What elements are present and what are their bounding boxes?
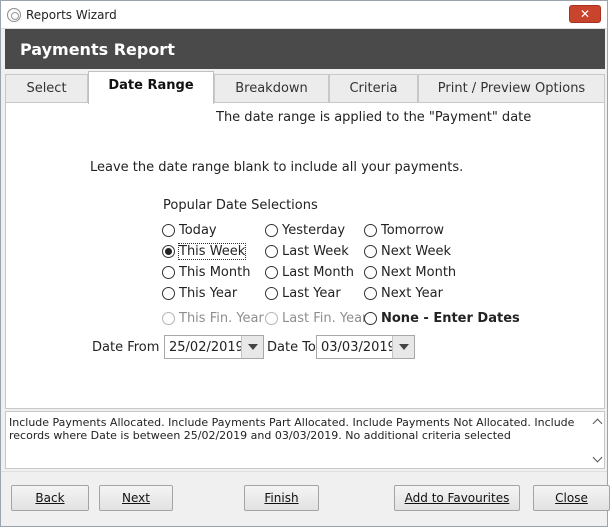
date-range-applied-note: The date range is applied to the "Paymen… xyxy=(216,110,532,125)
radio-last-month[interactable]: Last Month xyxy=(265,263,354,281)
radio-this-fin-year: This Fin. Year xyxy=(162,309,264,327)
radio-circle-selected xyxy=(162,244,175,258)
radio-this-year[interactable]: This Year xyxy=(162,284,237,302)
tab-select[interactable]: Select xyxy=(5,74,88,103)
radio-circle xyxy=(364,265,377,279)
close-button[interactable]: Close xyxy=(533,485,610,511)
radio-circle-disabled xyxy=(265,311,278,325)
reports-wizard-window: Reports Wizard ✕ Payments Report Select … xyxy=(0,0,610,527)
radio-circle xyxy=(364,311,377,325)
scroll-up-icon[interactable] xyxy=(592,416,604,428)
radio-next-week[interactable]: Next Week xyxy=(364,242,451,260)
radio-circle xyxy=(265,286,278,300)
radio-circle xyxy=(364,223,377,237)
criteria-summary-text: Include Payments Allocated. Include Paym… xyxy=(9,416,575,442)
popular-date-selections-heading: Popular Date Selections xyxy=(163,198,318,213)
date-from-value: 25/02/2019 xyxy=(169,340,244,355)
blank-range-note: Leave the date range blank to include al… xyxy=(90,160,464,175)
radio-circle xyxy=(364,244,377,258)
radio-last-fin-year: Last Fin. Year xyxy=(265,309,367,327)
radio-circle xyxy=(162,286,175,300)
tab-strip: Select Date Range Breakdown Criteria Pri… xyxy=(5,71,605,104)
chevron-down-icon[interactable] xyxy=(241,336,263,358)
tab-date-range[interactable]: Date Range xyxy=(88,71,214,104)
radio-tomorrow[interactable]: Tomorrow xyxy=(364,221,444,239)
finish-button[interactable]: Finish xyxy=(244,485,319,511)
date-range-panel: The date range is applied to the "Paymen… xyxy=(5,102,605,409)
tab-criteria[interactable]: Criteria xyxy=(329,74,418,103)
tab-breakdown[interactable]: Breakdown xyxy=(214,74,329,103)
date-to-combo[interactable]: 03/03/2019 xyxy=(316,335,415,359)
radio-today[interactable]: Today xyxy=(162,221,217,239)
radio-circle xyxy=(162,223,175,237)
footer-divider xyxy=(1,471,607,472)
date-from-label: Date From xyxy=(92,340,160,355)
date-to-value: 03/03/2019 xyxy=(321,340,396,355)
radio-last-year[interactable]: Last Year xyxy=(265,284,341,302)
report-title: Payments Report xyxy=(20,40,175,59)
radio-next-year[interactable]: Next Year xyxy=(364,284,443,302)
radio-this-month[interactable]: This Month xyxy=(162,263,250,281)
next-button[interactable]: Next xyxy=(99,485,173,511)
chevron-down-icon[interactable] xyxy=(392,336,414,358)
radio-none-enter-dates[interactable]: None - Enter Dates xyxy=(364,309,520,327)
radio-circle-disabled xyxy=(162,311,175,325)
back-button[interactable]: Back xyxy=(11,485,89,511)
title-bar: Reports Wizard ✕ xyxy=(1,1,607,29)
radio-circle xyxy=(364,286,377,300)
date-from-combo[interactable]: 25/02/2019 xyxy=(164,335,264,359)
radio-circle xyxy=(265,265,278,279)
tab-print-preview-options[interactable]: Print / Preview Options xyxy=(418,74,605,103)
add-to-favourites-button[interactable]: Add to Favourites xyxy=(394,485,520,511)
window-title: Reports Wizard xyxy=(26,8,117,22)
report-header: Payments Report xyxy=(5,29,605,69)
date-to-label: Date To xyxy=(267,340,316,355)
radio-next-month[interactable]: Next Month xyxy=(364,263,456,281)
radio-circle xyxy=(265,223,278,237)
radio-last-week[interactable]: Last Week xyxy=(265,242,349,260)
criteria-summary-box: Include Payments Allocated. Include Paym… xyxy=(5,411,605,469)
scroll-down-icon[interactable] xyxy=(592,454,604,466)
radio-circle xyxy=(162,265,175,279)
app-icon xyxy=(7,8,21,22)
radio-circle xyxy=(265,244,278,258)
window-close-button[interactable]: ✕ xyxy=(569,5,601,23)
radio-this-week[interactable]: This Week xyxy=(162,242,247,260)
radio-yesterday[interactable]: Yesterday xyxy=(265,221,345,239)
